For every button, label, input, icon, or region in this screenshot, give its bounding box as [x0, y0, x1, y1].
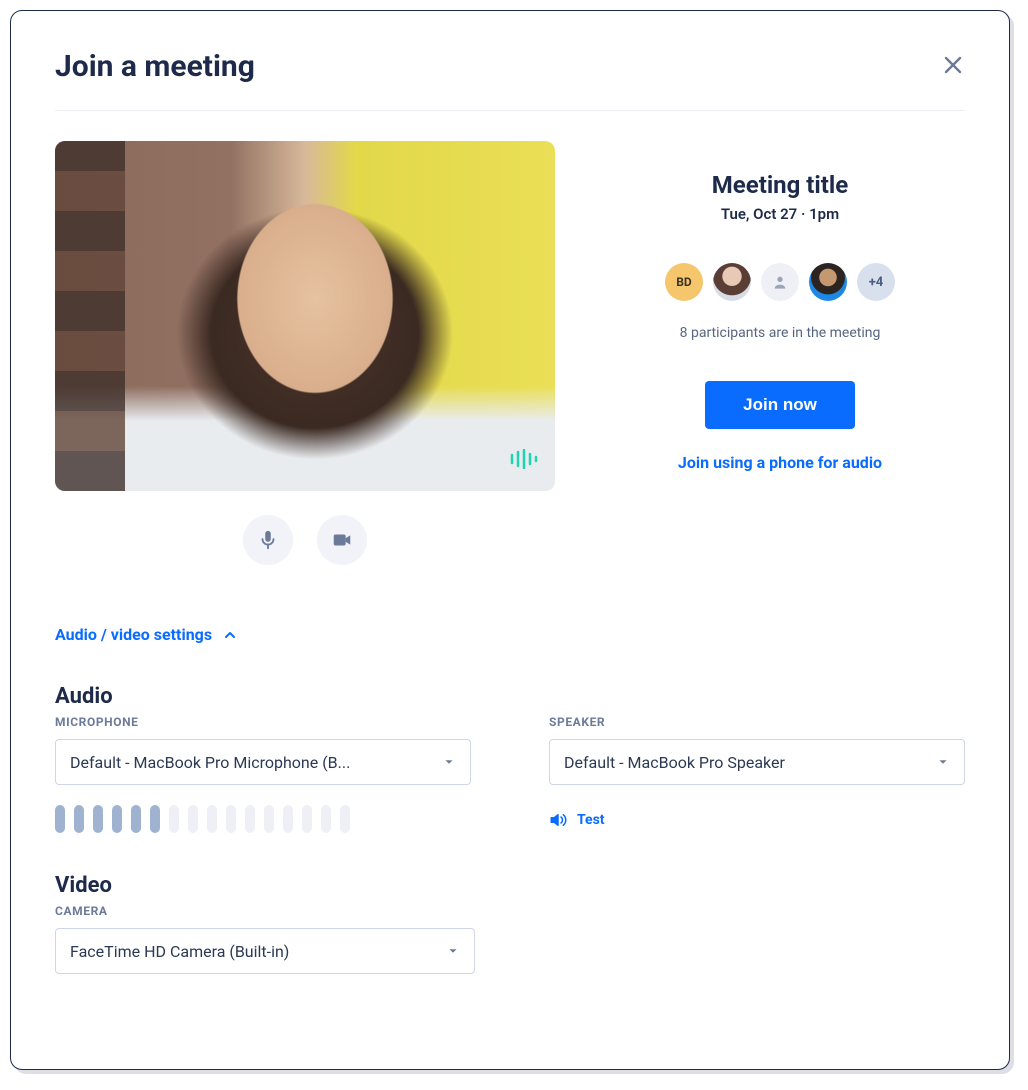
meter-bar — [340, 805, 350, 833]
mute-mic-button[interactable] — [243, 515, 293, 565]
video-row: CAMERA FaceTime HD Camera (Built-in) — [55, 904, 965, 974]
video-heading: Video — [55, 873, 965, 898]
join-now-button[interactable]: Join now — [705, 381, 855, 429]
modal-header: Join a meeting — [55, 49, 965, 84]
modal-title: Join a meeting — [55, 49, 255, 84]
test-speaker-label: Test — [577, 812, 605, 828]
avatar[interactable] — [713, 263, 751, 301]
speaker-select[interactable]: Default - MacBook Pro Speaker — [549, 739, 965, 785]
join-by-phone-link[interactable]: Join using a phone for audio — [678, 453, 882, 472]
microphone-icon — [257, 529, 279, 551]
meter-bar — [188, 805, 198, 833]
audio-level-icon — [509, 449, 539, 473]
microphone-select[interactable]: Default - MacBook Pro Microphone (B... — [55, 739, 471, 785]
person-icon — [772, 274, 788, 290]
meter-bar — [226, 805, 236, 833]
chevron-up-icon — [222, 627, 238, 643]
caret-down-icon — [936, 755, 950, 769]
avatar-placeholder[interactable] — [761, 263, 799, 301]
close-button[interactable] — [941, 53, 965, 81]
meter-bar — [169, 805, 179, 833]
avatar[interactable] — [809, 263, 847, 301]
meeting-title: Meeting title — [712, 171, 848, 199]
preview-controls — [55, 515, 555, 565]
avatar-initials[interactable]: BD — [665, 263, 703, 301]
camera-label: CAMERA — [55, 904, 475, 918]
caret-down-icon — [442, 755, 456, 769]
audio-heading: Audio — [55, 684, 965, 709]
close-icon — [941, 53, 965, 77]
toggle-camera-button[interactable] — [317, 515, 367, 565]
speaker-icon — [549, 811, 567, 829]
participants-count: 8 participants are in the meeting — [680, 325, 881, 341]
meeting-info-column: Meeting title Tue, Oct 27 · 1pm BD +4 8 … — [595, 141, 965, 565]
av-settings-toggle[interactable]: Audio / video settings — [55, 625, 965, 644]
audio-row: MICROPHONE Default - MacBook Pro Microph… — [55, 715, 965, 833]
avatar-overflow[interactable]: +4 — [857, 263, 895, 301]
microphone-label: MICROPHONE — [55, 715, 471, 729]
participant-avatars: BD +4 — [665, 263, 895, 301]
meter-bar — [74, 805, 84, 833]
caret-down-icon — [446, 944, 460, 958]
meter-bar — [93, 805, 103, 833]
camera-icon — [331, 529, 353, 551]
divider — [55, 110, 965, 111]
meter-bar — [207, 805, 217, 833]
preview-column — [55, 141, 555, 565]
meter-bar — [112, 805, 122, 833]
video-preview — [55, 141, 555, 491]
meter-bar — [245, 805, 255, 833]
camera-select[interactable]: FaceTime HD Camera (Built-in) — [55, 928, 475, 974]
meter-bar — [264, 805, 274, 833]
join-meeting-modal: Join a meeting — [10, 10, 1010, 1070]
meter-bar — [150, 805, 160, 833]
camera-value: FaceTime HD Camera (Built-in) — [70, 942, 289, 961]
mic-level-meter — [55, 805, 471, 833]
meter-bar — [302, 805, 312, 833]
meter-bar — [55, 805, 65, 833]
test-speaker-button[interactable]: Test — [549, 811, 965, 829]
av-settings-label: Audio / video settings — [55, 625, 212, 644]
meter-bar — [321, 805, 331, 833]
microphone-value: Default - MacBook Pro Microphone (B... — [70, 753, 350, 772]
meeting-datetime: Tue, Oct 27 · 1pm — [721, 205, 839, 223]
meter-bar — [283, 805, 293, 833]
meter-bar — [131, 805, 141, 833]
top-section: Meeting title Tue, Oct 27 · 1pm BD +4 8 … — [55, 141, 965, 565]
speaker-label: SPEAKER — [549, 715, 965, 729]
speaker-value: Default - MacBook Pro Speaker — [564, 753, 785, 772]
